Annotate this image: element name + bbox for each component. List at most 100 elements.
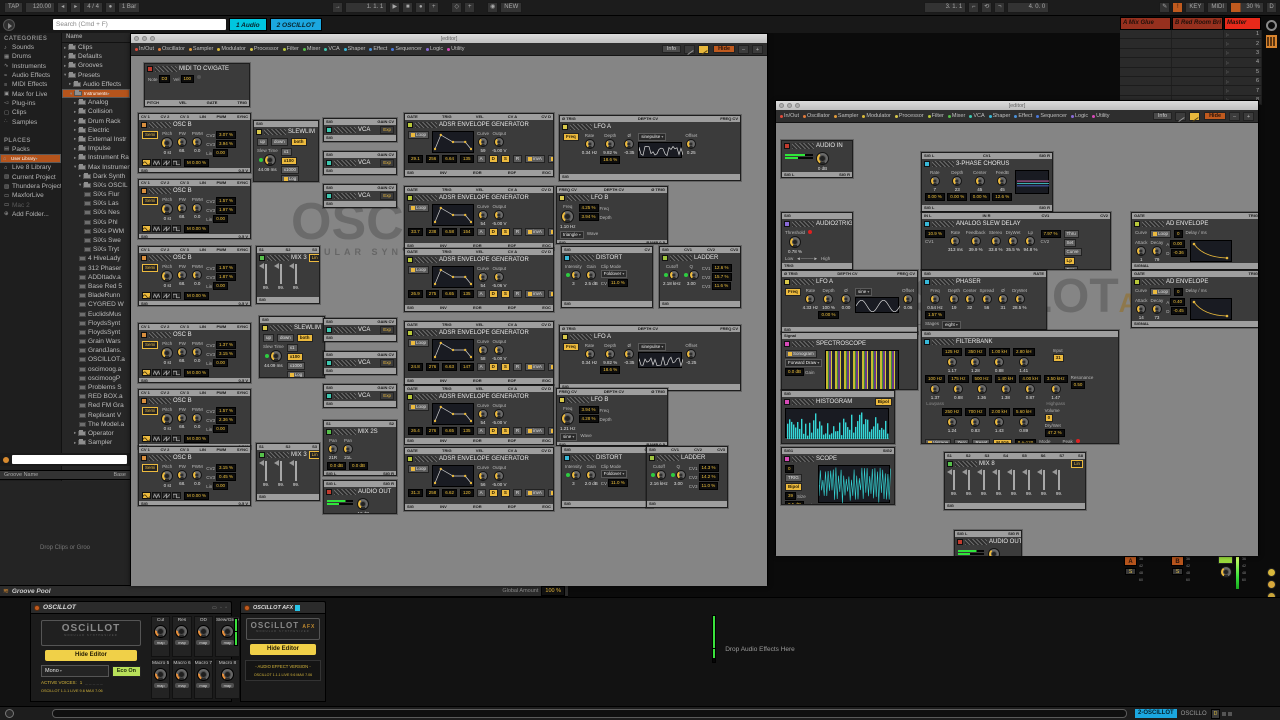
knob-value[interactable]: 68. [179, 481, 185, 486]
clip-slot[interactable] [1172, 68, 1224, 76]
button-a[interactable]: A [477, 427, 486, 435]
button-inva[interactable]: invA [525, 155, 545, 163]
sidebar-item-mac-2[interactable]: ▭Mac 2 [0, 200, 61, 209]
button-s[interactable]: S [501, 489, 510, 497]
outlet-inv[interactable]: INV [440, 378, 447, 384]
button-r[interactable]: R [513, 363, 522, 371]
number-box[interactable]: 256 [426, 155, 440, 163]
crossfade-assign-b[interactable]: B [1171, 556, 1184, 566]
category-filter[interactable]: Filter [283, 46, 299, 52]
knob-value[interactable]: 0 st [164, 483, 171, 488]
knob-value[interactable]: 0.78 % [788, 249, 802, 254]
value-box[interactable]: 0.40 [1170, 298, 1185, 306]
fader-track[interactable] [265, 461, 267, 481]
outlet-trig[interactable]: TRIG [784, 263, 794, 269]
tap-button[interactable]: TAP [4, 2, 23, 13]
knob-feedback[interactable] [971, 236, 981, 246]
knob-value[interactable]: 56 [984, 305, 989, 310]
knob-value[interactable]: 9.82 % [603, 150, 617, 155]
knob-freq[interactable] [561, 210, 574, 223]
category-sampler[interactable]: Sampler [834, 113, 858, 119]
patch-cords-active-icon[interactable] [1189, 112, 1200, 121]
knob-level[interactable] [930, 384, 940, 394]
knob-value[interactable]: 0.83 [971, 428, 980, 433]
drag-hatch-icon[interactable] [270, 325, 292, 331]
module-titlebar[interactable]: VCAExp [324, 158, 396, 168]
dropdown-foldover[interactable]: Foldover [601, 470, 628, 478]
macro-knob-macro-8[interactable] [221, 668, 234, 681]
drag-hatch-icon[interactable] [334, 429, 356, 435]
category-utility[interactable]: Utility [447, 46, 464, 52]
knob-value[interactable]: 0.54 Hz [927, 305, 943, 310]
category-filter[interactable]: Filter [928, 113, 944, 119]
module-titlebar[interactable]: AUDIO2TRIG [782, 219, 852, 229]
sine-wave-icon[interactable] [142, 292, 151, 299]
mod-amount-badge[interactable]: 18.6 % [600, 156, 620, 164]
drag-hatch-icon[interactable] [792, 456, 814, 462]
button-both[interactable]: both [297, 334, 313, 342]
button-x100[interactable]: x100 [287, 353, 303, 361]
outlet-sig[interactable]: SIG [326, 335, 333, 341]
outlet-eoc[interactable]: EOC [542, 378, 551, 384]
button-loop[interactable]: Loop [408, 266, 429, 274]
scene-slot[interactable]: ▷5 [1224, 68, 1262, 76]
knob-value[interactable]: 19 [952, 305, 957, 310]
tree-item-impulse[interactable]: ▸Impulse [62, 144, 130, 153]
drag-hatch-icon[interactable] [792, 341, 814, 347]
knob-level[interactable] [953, 384, 963, 394]
outlet-ramp-0-5[interactable]: RAMP 0-5 [646, 240, 665, 244]
triangle-wave-icon[interactable] [152, 492, 161, 499]
outlet-sig[interactable]: SIG [407, 438, 414, 444]
drag-hatch-icon[interactable] [965, 539, 987, 545]
value-box[interactable]: 11.0 % [608, 479, 628, 487]
module-titlebar[interactable]: ANALOG SLEW DELAY [922, 219, 1110, 229]
value-box[interactable]: 3.07 % [216, 131, 236, 139]
number-box[interactable]: M 0.00 % [184, 292, 209, 300]
knob-depth[interactable] [605, 139, 615, 149]
number-box[interactable]: 0 [1174, 288, 1183, 296]
nudge-up-button[interactable]: ▸ [70, 2, 81, 13]
nudge-down-button[interactable]: ◂ [57, 2, 68, 13]
knob-value[interactable]: -0.35 [624, 360, 634, 365]
fader-track[interactable] [265, 264, 267, 284]
mod-amount-badge[interactable]: 12.6 % [992, 193, 1012, 201]
button-r[interactable]: R [513, 489, 522, 497]
value-box[interactable]: 4.28 % [579, 415, 599, 423]
category-modulator[interactable]: Modulator [217, 46, 245, 52]
drag-hatch-icon[interactable] [567, 195, 589, 201]
quantize-menu[interactable]: 1 Bar [118, 2, 140, 13]
drag-hatch-icon[interactable] [415, 195, 437, 201]
module-titlebar[interactable]: LADDER [660, 253, 740, 263]
fader-value[interactable]: 99. [1026, 491, 1032, 496]
knob-value[interactable]: 3 [572, 281, 575, 286]
tree-item-grain-wars[interactable]: Grain Wars [62, 337, 130, 346]
button-semi[interactable]: Semi [142, 464, 158, 472]
value-box[interactable]: 0.00 [213, 482, 228, 490]
knob-cutoff[interactable] [669, 270, 679, 280]
tree-item-instrument-ra[interactable]: ▸Instrument Ra [62, 153, 130, 162]
knob-decay[interactable] [1152, 304, 1162, 314]
outlet-eor[interactable]: EOR [473, 305, 482, 311]
tree-item-instruments[interactable]: ▾Instruments [62, 89, 130, 98]
drag-hatch-icon[interactable] [149, 332, 171, 338]
button-exp[interactable]: Exp [380, 159, 394, 167]
map-button[interactable]: map [196, 640, 210, 645]
knob-pitch[interactable] [161, 470, 173, 482]
module-titlebar[interactable]: MIX 3Lin [257, 253, 319, 263]
button-a[interactable]: A [477, 290, 486, 298]
sidebar-item-instruments[interactable]: ∿Instruments [0, 62, 61, 71]
category-in-out[interactable]: In/Out [780, 113, 799, 119]
drag-hatch-icon[interactable] [570, 334, 592, 340]
device-power-toggle[interactable] [244, 605, 250, 611]
button-loop[interactable]: Loop [408, 131, 429, 139]
freq-badge[interactable]: 250 Hz [942, 408, 962, 416]
drag-hatch-icon[interactable] [267, 452, 289, 458]
button-a[interactable]: A [477, 489, 486, 497]
knob-value[interactable]: 0.34 Hz [582, 360, 598, 365]
envelope-display[interactable] [432, 403, 474, 425]
dropdown-eight[interactable]: eight [942, 321, 961, 329]
knob-value[interactable]: 32 [967, 305, 972, 310]
button-lin[interactable]: Lin [309, 254, 320, 262]
value-box[interactable]: -0.36 [1171, 249, 1187, 257]
knob-value[interactable]: 54 [481, 221, 486, 226]
